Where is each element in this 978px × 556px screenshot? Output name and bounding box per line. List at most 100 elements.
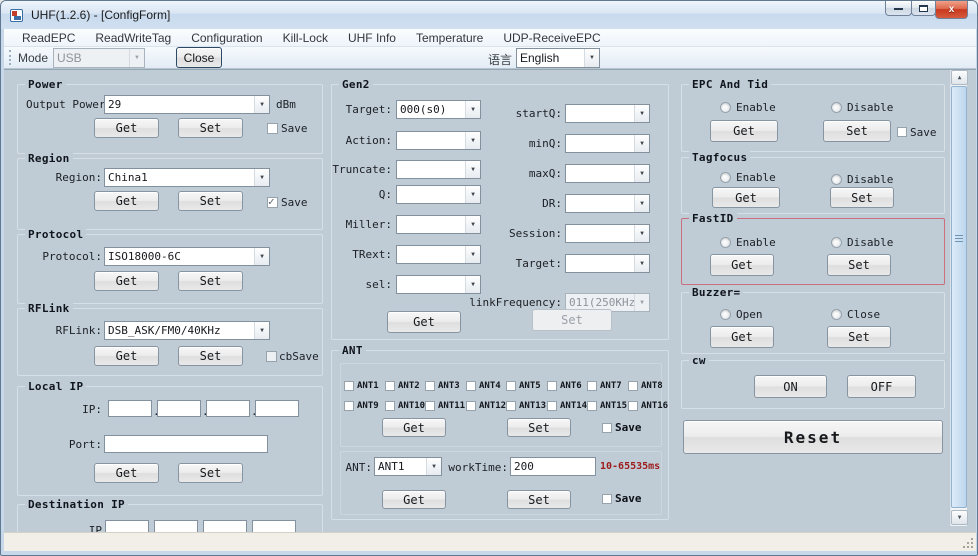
mode-select[interactable]: USB <box>53 48 145 68</box>
scroll-up-icon[interactable] <box>951 70 968 85</box>
ant6-checkbox[interactable] <box>547 381 557 391</box>
local-ip-octet3-input[interactable] <box>206 400 250 417</box>
destination-ip-octet2-input[interactable] <box>154 520 198 532</box>
minimize-button[interactable] <box>885 1 912 16</box>
menu-readwritetag[interactable]: ReadWriteTag <box>85 30 181 46</box>
local-ip-octet4-input[interactable] <box>255 400 299 417</box>
region-select[interactable]: China1 <box>104 168 270 187</box>
close-window-button[interactable]: x <box>935 1 968 19</box>
region-save-checkbox[interactable] <box>267 197 278 208</box>
ant15-checkbox[interactable] <box>587 401 597 411</box>
fastid-enable-radio[interactable] <box>720 237 731 248</box>
rflink-select[interactable]: DSB_ASK/FM0/40KHz <box>104 321 270 340</box>
cw-on-button[interactable]: ON <box>754 375 827 398</box>
menu-temperature[interactable]: Temperature <box>406 30 493 46</box>
language-select[interactable]: English <box>516 48 600 68</box>
ant10-checkbox[interactable] <box>385 401 395 411</box>
ant11-checkbox[interactable] <box>425 401 435 411</box>
scroll-down-icon[interactable] <box>951 510 968 525</box>
output-power-select[interactable]: 29 <box>104 95 270 114</box>
fastid-disable-radio[interactable] <box>831 237 842 248</box>
tagfocus-get-button[interactable]: Get <box>712 187 780 208</box>
local-port-input[interactable] <box>104 435 268 453</box>
protocol-set-button[interactable]: Set <box>178 271 243 291</box>
gen2-sel-select[interactable] <box>396 275 481 294</box>
close-form-button[interactable]: Close <box>176 47 222 68</box>
ant3-checkbox[interactable] <box>425 381 435 391</box>
protocol-get-button[interactable]: Get <box>94 271 159 291</box>
power-get-button[interactable]: Get <box>94 118 159 138</box>
epc-tid-save-checkbox[interactable] <box>897 127 907 137</box>
worktime-set-button[interactable]: Set <box>507 490 571 509</box>
ant4-checkbox[interactable] <box>466 381 476 391</box>
worktime-save-checkbox[interactable] <box>602 494 612 504</box>
menu-configuration[interactable]: Configuration <box>181 30 272 46</box>
region-get-button[interactable]: Get <box>94 191 159 211</box>
worktime-get-button[interactable]: Get <box>382 490 446 509</box>
reset-button[interactable]: Reset <box>683 420 943 454</box>
resize-grip-icon[interactable] <box>971 546 973 548</box>
ant5-checkbox[interactable] <box>506 381 516 391</box>
ant16-checkbox[interactable] <box>628 401 638 411</box>
protocol-label: Protocol: <box>28 250 102 263</box>
gen2-dr-select[interactable] <box>565 194 650 213</box>
power-save-checkbox[interactable] <box>267 123 278 134</box>
destination-ip-octet1-input[interactable] <box>105 520 149 532</box>
ant1-checkbox[interactable] <box>344 381 354 391</box>
ant-save-checkbox[interactable] <box>602 423 612 433</box>
local-ip-get-button[interactable]: Get <box>94 463 159 483</box>
epc-tid-set-button[interactable]: Set <box>823 120 891 142</box>
gen2-get-button[interactable]: Get <box>387 311 461 333</box>
tagfocus-enable-radio[interactable] <box>720 172 731 183</box>
destination-ip-octet4-input[interactable] <box>252 520 296 532</box>
menu-readepc[interactable]: ReadEPC <box>12 30 85 46</box>
scrollbar-thumb[interactable] <box>951 86 967 508</box>
gen2-startq-select[interactable] <box>565 104 650 123</box>
menu-uhf-info[interactable]: UHF Info <box>338 30 406 46</box>
epc-tid-disable-radio[interactable] <box>831 102 842 113</box>
gen2-set-button[interactable]: Set <box>532 309 612 331</box>
fastid-set-button[interactable]: Set <box>827 254 891 276</box>
menu-kill-lock[interactable]: Kill-Lock <box>273 30 338 46</box>
gen2-action-label: Action: <box>292 134 392 147</box>
ant9-checkbox[interactable] <box>344 401 354 411</box>
gen2-minq-select[interactable] <box>565 134 650 153</box>
epc-tid-get-button[interactable]: Get <box>710 120 778 142</box>
buzzer-open-radio[interactable] <box>720 309 731 320</box>
ant14-checkbox[interactable] <box>547 401 557 411</box>
destination-ip-octet3-input[interactable] <box>203 520 247 532</box>
maximize-button[interactable] <box>911 1 936 16</box>
local-ip-octet2-input[interactable] <box>157 400 201 417</box>
ant-get-button[interactable]: Get <box>382 418 446 437</box>
buzzer-close-radio[interactable] <box>831 309 842 320</box>
gen2-session-select[interactable] <box>565 224 650 243</box>
cw-off-button[interactable]: OFF <box>847 375 916 398</box>
buzzer-set-button[interactable]: Set <box>827 326 891 348</box>
ant-set-button[interactable]: Set <box>507 418 571 437</box>
fastid-get-button[interactable]: Get <box>710 254 774 276</box>
ant8-checkbox[interactable] <box>628 381 638 391</box>
power-set-button[interactable]: Set <box>178 118 243 138</box>
vertical-scrollbar[interactable] <box>950 70 967 526</box>
ant12-checkbox[interactable] <box>466 401 476 411</box>
local-ip-octet1-input[interactable] <box>108 400 152 417</box>
tagfocus-set-button[interactable]: Set <box>830 187 894 208</box>
protocol-select[interactable]: ISO18000-6C <box>104 247 270 266</box>
tagfocus-disable-radio[interactable] <box>831 174 842 185</box>
epc-tid-enable-radio[interactable] <box>720 102 731 113</box>
local-ip-set-button[interactable]: Set <box>178 463 243 483</box>
worktime-input[interactable] <box>510 457 596 476</box>
gen2-maxq-select[interactable] <box>565 164 650 183</box>
rflink-get-button[interactable]: Get <box>94 346 159 366</box>
gen2-target2-select[interactable] <box>565 254 650 273</box>
destination-ip-label: IP <box>58 524 102 532</box>
mode-label: Mode <box>18 51 48 65</box>
ant2-checkbox[interactable] <box>385 381 395 391</box>
menu-udp-receiveepc[interactable]: UDP-ReceiveEPC <box>493 30 610 46</box>
region-set-button[interactable]: Set <box>178 191 243 211</box>
ant13-checkbox[interactable] <box>506 401 516 411</box>
buzzer-get-button[interactable]: Get <box>710 326 774 348</box>
rflink-cbsave-checkbox[interactable] <box>266 351 277 362</box>
rflink-set-button[interactable]: Set <box>178 346 243 366</box>
ant7-checkbox[interactable] <box>587 381 597 391</box>
